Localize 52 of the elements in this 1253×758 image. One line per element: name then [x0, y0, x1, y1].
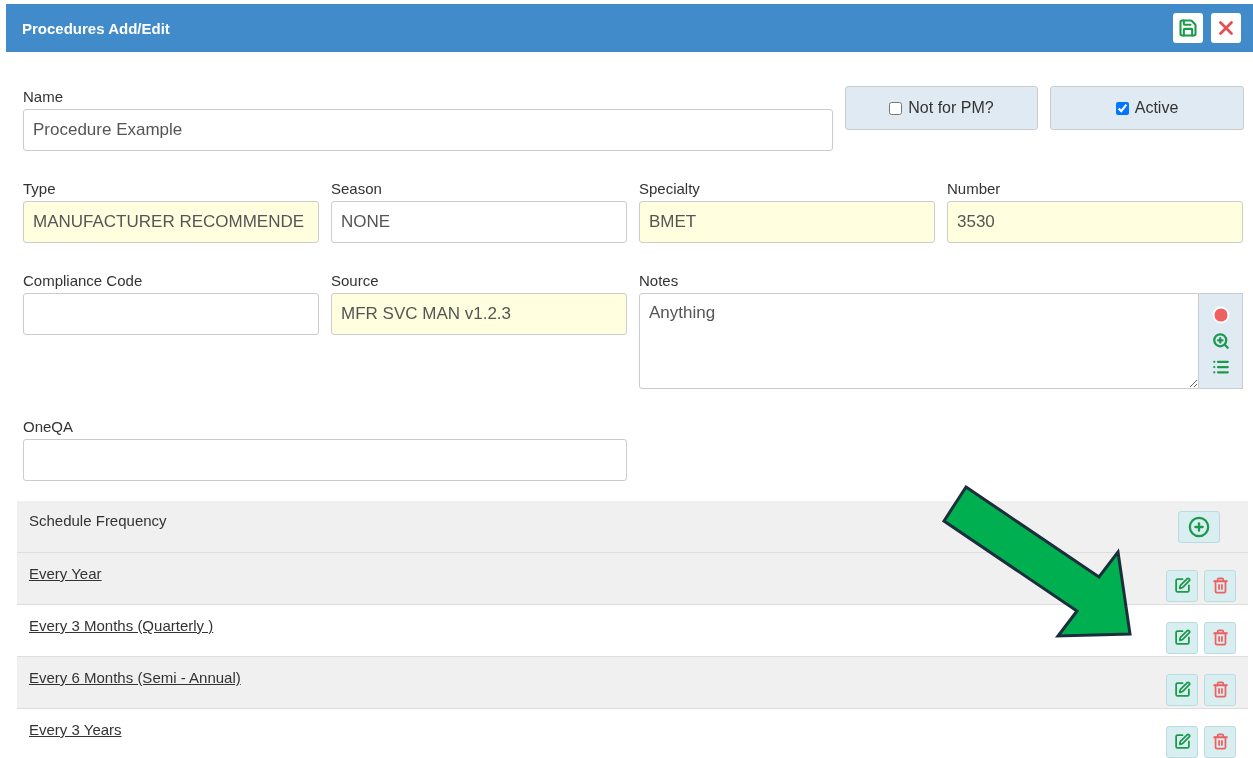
input-field[interactable]: 3530	[947, 201, 1243, 243]
frequency-link[interactable]: Every 6 Months (Semi - Annual)	[29, 669, 241, 686]
delete-button[interactable]	[1204, 621, 1236, 654]
pencil-square-icon	[1173, 629, 1191, 646]
field-label: Specialty	[639, 180, 701, 199]
input-field[interactable]	[23, 439, 627, 481]
pencil-square-icon	[1173, 681, 1191, 698]
input-field[interactable]: NONE	[331, 201, 627, 243]
delete-button[interactable]	[1204, 725, 1236, 758]
frequency-link[interactable]: Every 3 Months (Quarterly )	[29, 617, 214, 634]
input-field[interactable]: MFR SVC MAN v1.2.3	[331, 293, 627, 335]
input-field[interactable]: MANUFACTURER RECOMMENDE	[23, 201, 319, 243]
delete-button[interactable]	[1204, 673, 1236, 706]
field-label: Name	[23, 88, 64, 107]
trash-icon	[1211, 577, 1229, 594]
delete-button[interactable]	[1204, 569, 1236, 602]
input-field[interactable]	[23, 293, 319, 335]
pencil-square-icon	[1173, 577, 1191, 594]
notes-field[interactable]: Anything	[639, 293, 1199, 389]
checkbox-label: Active	[1134, 99, 1179, 117]
edit-button[interactable]	[1166, 673, 1198, 706]
trash-icon	[1211, 681, 1229, 698]
pencil-square-icon	[1173, 733, 1191, 750]
zoom-icon[interactable]	[1211, 332, 1230, 350]
frequency-link[interactable]: Every Year	[29, 565, 102, 582]
field-label: Season	[331, 180, 383, 199]
checkbox[interactable]	[1115, 101, 1129, 115]
close-button[interactable]	[1211, 13, 1241, 43]
section-title: Schedule Frequency	[29, 512, 167, 529]
checkbox-toggle[interactable]: Not for PM?	[845, 86, 1038, 130]
field-label: Compliance Code	[23, 272, 144, 291]
input-field[interactable]: Procedure Example	[23, 109, 833, 151]
checkbox[interactable]	[889, 101, 903, 115]
field-label: OneQA	[23, 418, 75, 437]
field-label: Type	[23, 180, 57, 199]
window-title: Procedures Add/Edit	[22, 19, 170, 37]
field-label: Source	[331, 272, 380, 291]
field-label: Notes	[639, 272, 680, 291]
list-icon[interactable]	[1211, 358, 1230, 376]
field-label: Number	[947, 180, 1002, 199]
checkbox-toggle[interactable]: Active	[1050, 86, 1244, 130]
edit-button[interactable]	[1166, 569, 1198, 602]
edit-button[interactable]	[1166, 725, 1198, 758]
trash-icon	[1211, 733, 1229, 750]
add-button[interactable]	[1178, 510, 1220, 543]
save-button[interactable]	[1173, 13, 1203, 43]
edit-button[interactable]	[1166, 621, 1198, 654]
frequency-link[interactable]: Every 3 Years	[29, 721, 122, 738]
plus-circle-icon	[1188, 515, 1210, 538]
input-field[interactable]: BMET	[639, 201, 935, 243]
trash-icon	[1211, 629, 1229, 646]
checkbox-label: Not for PM?	[908, 99, 994, 117]
